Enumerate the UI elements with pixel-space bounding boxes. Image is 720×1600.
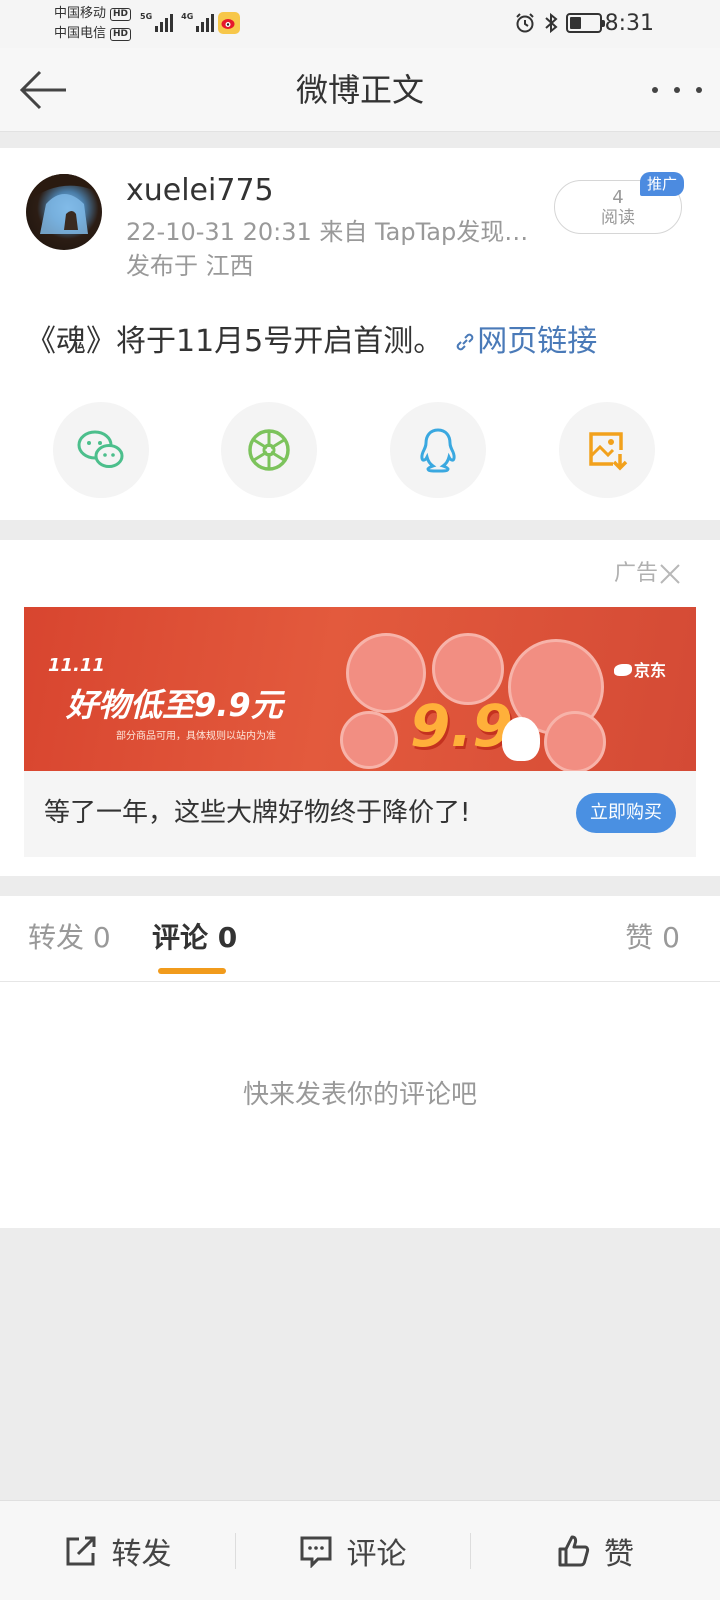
carrier-1-name: 中国移动 (54, 6, 107, 21)
signal-5g-icon: 5G (140, 12, 174, 32)
bottom-action-bar: 转发 评论 赞 (0, 1500, 720, 1600)
interaction-tabs: 转发 0 评论 0 赞 0 (0, 896, 720, 982)
moments-icon (248, 429, 290, 471)
status-bar: 中国移动 HD 中国电信 HD 5G 4G 8:31 (0, 0, 720, 48)
post-card: xuelei775 22-10-31 20:31 来自 TapTap发现好游戏 … (0, 148, 720, 520)
comments-area: 快来发表你的评论吧 (0, 982, 720, 1228)
status-icons (514, 12, 605, 34)
avatar[interactable] (26, 174, 102, 250)
repost-icon (66, 1536, 95, 1566)
ad-card: 广告 11.11 好物低至9.9元 部分商品可用，具体规则以站内为准 9.9 京… (0, 540, 720, 876)
ad-headline: 好物低至9.9元 (66, 686, 283, 724)
ad-product-circle (340, 711, 398, 769)
save-image-button[interactable] (559, 402, 655, 498)
tab-comments[interactable]: 评论 0 (152, 920, 237, 956)
comment-button[interactable]: 评论 (235, 1501, 470, 1600)
promote-badge[interactable]: 推广 (640, 172, 684, 196)
ad-banner-image[interactable]: 11.11 好物低至9.9元 部分商品可用，具体规则以站内为准 9.9 京东 (24, 607, 696, 771)
ad-big-price: 9.9 (410, 692, 513, 760)
ad-subline: 部分商品可用，具体规则以站内为准 (116, 731, 276, 742)
save-image-icon (589, 432, 628, 471)
post-content: 《魂》将于11月5号开启首测。 网页链接 (26, 322, 597, 362)
empty-comments-text: 快来发表你的评论吧 (242, 1080, 477, 1110)
more-dot-icon (652, 87, 658, 93)
nav-bar: 微博正文 (0, 48, 720, 132)
like-button[interactable]: 赞 (470, 1501, 720, 1600)
comment-icon (300, 1536, 331, 1568)
signal-indicators: 5G 4G (140, 12, 215, 32)
share-moments-button[interactable] (221, 402, 317, 498)
like-label: 赞 (604, 1537, 634, 1572)
bluetooth-icon (545, 12, 558, 34)
avatar-image (26, 174, 102, 234)
buy-now-button[interactable]: 立即购买 (576, 793, 676, 833)
battery-icon (566, 13, 605, 33)
more-dot-icon (674, 87, 680, 93)
weibo-notification-icon (218, 12, 240, 34)
post-meta: 22-10-31 20:31 来自 TapTap发现好游戏 (126, 218, 531, 246)
qq-icon (420, 428, 456, 473)
alarm-icon (516, 13, 534, 33)
web-link-label: 网页链接 (477, 324, 598, 359)
clock: 8:31 (604, 11, 654, 36)
ad-mascot (502, 717, 540, 761)
ad-brand: 京东 (614, 657, 666, 681)
post-location: 发布于 江西 (126, 252, 254, 280)
link-icon (456, 333, 474, 351)
ad-event-label: 11.11 (48, 655, 105, 676)
close-icon (660, 564, 680, 584)
wechat-icon (77, 430, 124, 468)
web-link[interactable]: 网页链接 (453, 324, 597, 359)
share-qq-button[interactable] (390, 402, 486, 498)
tab-likes[interactable]: 赞 0 (625, 920, 680, 956)
repost-button[interactable]: 转发 (0, 1501, 235, 1600)
network-type-label: 5G (140, 12, 153, 21)
ad-product-circle (544, 711, 606, 771)
hd-badge: HD (110, 7, 132, 21)
more-dot-icon (696, 87, 702, 93)
jd-logo-icon (614, 664, 632, 676)
more-options-button[interactable] (652, 78, 702, 102)
share-wechat-button[interactable] (53, 402, 149, 498)
ad-text: 等了一年，这些大牌好物终于降价了! (44, 798, 471, 828)
read-label: 阅读 (601, 208, 635, 228)
ad-footer[interactable]: 等了一年，这些大牌好物终于降价了! 立即购买 (24, 771, 696, 857)
ad-brand-label: 京东 (634, 661, 667, 680)
carrier-info: 中国移动 HD 中国电信 HD (54, 4, 132, 44)
thumbs-up-icon (558, 1535, 590, 1567)
signal-4g-icon: 4G (181, 12, 215, 32)
ad-label: 广告 (613, 561, 658, 586)
comment-label: 评论 (346, 1537, 407, 1572)
tab-reposts[interactable]: 转发 0 (28, 920, 111, 956)
username[interactable]: xuelei775 (126, 174, 274, 208)
active-tab-indicator (158, 968, 226, 974)
repost-label: 转发 (111, 1537, 172, 1572)
post-text: 《魂》将于11月5号开启首测。 (26, 324, 444, 359)
hd-badge: HD (110, 27, 132, 41)
share-row (0, 402, 720, 498)
ad-close-button[interactable] (658, 562, 682, 586)
carrier-2-name: 中国电信 (54, 26, 107, 41)
network-type-label: 4G (181, 12, 194, 21)
page-title: 微博正文 (295, 71, 424, 109)
